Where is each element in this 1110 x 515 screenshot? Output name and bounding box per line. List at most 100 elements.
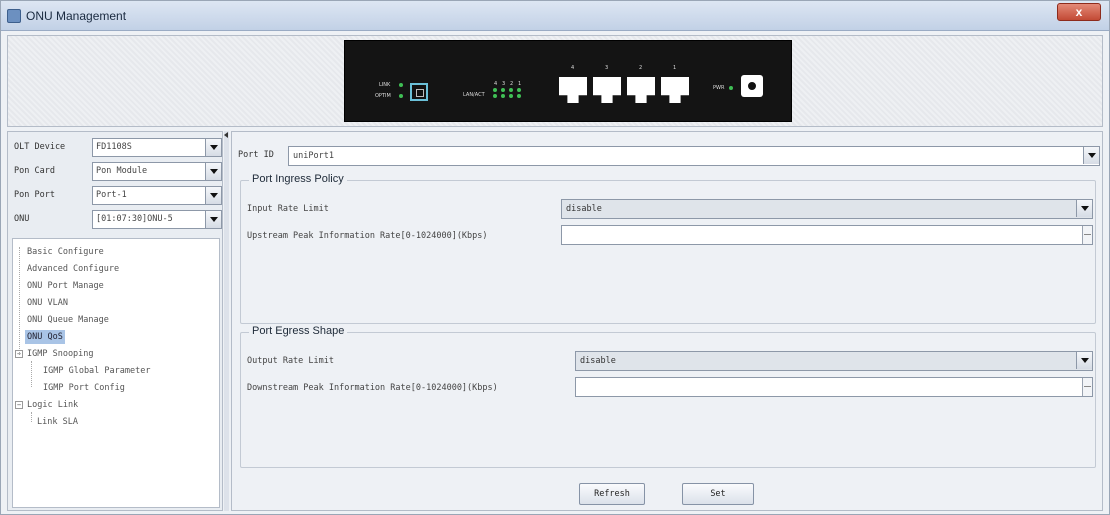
tree-item-label: IGMP Snooping xyxy=(27,349,94,359)
device-panel: LINK OPTIM LAN/ACT 4 3 2 1 4 3 2 1 PWR xyxy=(7,35,1103,127)
onu-select[interactable]: [01:07:30]ONU-5 xyxy=(92,210,222,229)
ethernet-port-icon xyxy=(559,77,587,103)
pon-port-label: Pon Port xyxy=(14,190,55,200)
spinner-icon[interactable] xyxy=(1082,378,1092,396)
collapse-icon[interactable]: − xyxy=(15,401,23,409)
ingress-policy-title: Port Ingress Policy xyxy=(249,173,347,185)
lan-led xyxy=(509,94,513,98)
tree-item-igmp-port-config[interactable]: IGMP Port Config xyxy=(43,381,125,395)
left-panel: OLT Device FD1108S Pon Card Pon Module P… xyxy=(7,131,223,511)
lan-led-number: 4 xyxy=(494,81,498,87)
olt-device-label: OLT Device xyxy=(14,142,66,152)
power-port-icon xyxy=(741,75,763,97)
pon-port-value: Port-1 xyxy=(96,190,127,200)
tree-item-igmp-snooping[interactable]: − IGMP Snooping xyxy=(15,347,94,361)
link-led-label: LINK xyxy=(379,82,391,88)
set-button[interactable]: Set xyxy=(682,483,754,505)
chevron-down-icon[interactable] xyxy=(205,187,221,204)
tree-item-onu-queue-manage[interactable]: ONU Queue Manage xyxy=(27,313,109,327)
input-rate-limit-label: Input Rate Limit xyxy=(247,204,329,214)
close-button[interactable]: x xyxy=(1057,3,1101,21)
chevron-down-icon[interactable] xyxy=(1083,147,1099,164)
lan-led-number: 1 xyxy=(518,81,522,87)
output-rate-limit-label: Output Rate Limit xyxy=(247,356,334,366)
port-id-label: Port ID xyxy=(238,150,274,160)
tree-connector xyxy=(31,361,32,387)
output-rate-limit-select[interactable]: disable xyxy=(575,351,1093,371)
output-rate-limit-value: disable xyxy=(580,356,616,366)
link-led xyxy=(399,83,403,87)
lan-led-number: 2 xyxy=(510,81,514,87)
chevron-down-icon[interactable] xyxy=(1076,352,1092,369)
pon-card-value: Pon Module xyxy=(96,166,148,176)
upstream-peak-rate-input[interactable] xyxy=(561,225,1093,245)
port-id-value: uniPort1 xyxy=(293,151,334,161)
power-led xyxy=(729,86,733,90)
pon-port-select[interactable]: Port-1 xyxy=(92,186,222,205)
onu-device-image: LINK OPTIM LAN/ACT 4 3 2 1 4 3 2 1 PWR xyxy=(344,40,792,122)
chevron-down-icon[interactable] xyxy=(205,211,221,228)
spinner-icon[interactable] xyxy=(1082,226,1092,244)
chevron-down-icon[interactable] xyxy=(205,139,221,156)
onu-label: ONU xyxy=(14,214,30,224)
tree-item-onu-vlan[interactable]: ONU VLAN xyxy=(27,296,68,310)
lan-led xyxy=(493,94,497,98)
eth-port-number: 3 xyxy=(605,65,609,71)
title-bar[interactable]: ONU Management x xyxy=(1,1,1109,31)
ethernet-port-icon xyxy=(661,77,689,103)
lan-led-number: 3 xyxy=(502,81,506,87)
pon-port-icon xyxy=(410,83,428,101)
window-title: ONU Management xyxy=(26,9,127,23)
lan-led xyxy=(501,88,505,92)
tree-connector xyxy=(19,247,20,355)
eth-port-number: 4 xyxy=(571,65,575,71)
lan-led xyxy=(501,94,505,98)
chevron-down-icon[interactable] xyxy=(1076,200,1092,217)
upstream-peak-rate-label: Upstream Peak Information Rate[0-1024000… xyxy=(247,231,488,241)
lan-led-label: LAN/ACT xyxy=(463,92,485,98)
lan-led xyxy=(517,94,521,98)
tree-item-link-sla[interactable]: Link SLA xyxy=(37,415,78,429)
olt-device-select[interactable]: FD1108S xyxy=(92,138,222,157)
pon-card-row: Pon Card Pon Module xyxy=(12,162,222,182)
egress-shape-title: Port Egress Shape xyxy=(249,325,348,337)
optim-led-label: OPTIM xyxy=(375,93,391,99)
pon-card-select[interactable]: Pon Module xyxy=(92,162,222,181)
collapse-icon[interactable]: − xyxy=(15,350,23,358)
tree-item-advanced-configure[interactable]: Advanced Configure xyxy=(27,262,119,276)
tree-item-onu-qos[interactable]: ONU QoS xyxy=(25,330,65,344)
ethernet-port-icon xyxy=(627,77,655,103)
chevron-down-icon[interactable] xyxy=(205,163,221,180)
tree-item-igmp-global-parameter[interactable]: IGMP Global Parameter xyxy=(43,364,150,378)
eth-port-number: 1 xyxy=(673,65,677,71)
refresh-button[interactable]: Refresh xyxy=(579,483,645,505)
power-led-label: PWR xyxy=(713,85,725,91)
onu-row: ONU [01:07:30]ONU-5 xyxy=(12,210,222,230)
ethernet-port-icon xyxy=(593,77,621,103)
input-rate-limit-value: disable xyxy=(566,204,602,214)
tree-item-basic-configure[interactable]: Basic Configure xyxy=(27,245,104,259)
pon-card-label: Pon Card xyxy=(14,166,55,176)
downstream-peak-rate-input[interactable] xyxy=(575,377,1093,397)
tree-item-label: Logic Link xyxy=(27,400,79,410)
lan-led xyxy=(493,88,497,92)
splitter-handle[interactable] xyxy=(224,131,229,511)
olt-device-row: OLT Device FD1108S xyxy=(12,138,222,158)
onu-value: [01:07:30]ONU-5 xyxy=(96,214,173,224)
app-icon xyxy=(7,9,21,23)
eth-port-number: 2 xyxy=(639,65,643,71)
navigation-tree: Basic Configure Advanced Configure ONU P… xyxy=(12,238,220,508)
onu-management-window: ONU Management x LINK OPTIM LAN/ACT 4 3 … xyxy=(0,0,1110,515)
input-rate-limit-select[interactable]: disable xyxy=(561,199,1093,219)
tree-item-logic-link[interactable]: − Logic Link xyxy=(15,398,78,412)
ingress-policy-group: Port Ingress Policy Input Rate Limit dis… xyxy=(240,173,1096,324)
optim-led xyxy=(399,94,403,98)
lan-led xyxy=(509,88,513,92)
tree-connector xyxy=(31,412,32,422)
pon-port-row: Pon Port Port-1 xyxy=(12,186,222,206)
right-panel: Port ID uniPort1 Port Ingress Policy Inp… xyxy=(231,131,1103,511)
tree-item-onu-port-manage[interactable]: ONU Port Manage xyxy=(27,279,104,293)
egress-shape-group: Port Egress Shape Output Rate Limit disa… xyxy=(240,325,1096,468)
downstream-peak-rate-label: Downstream Peak Information Rate[0-10240… xyxy=(247,383,498,393)
port-id-select[interactable]: uniPort1 xyxy=(288,146,1100,166)
